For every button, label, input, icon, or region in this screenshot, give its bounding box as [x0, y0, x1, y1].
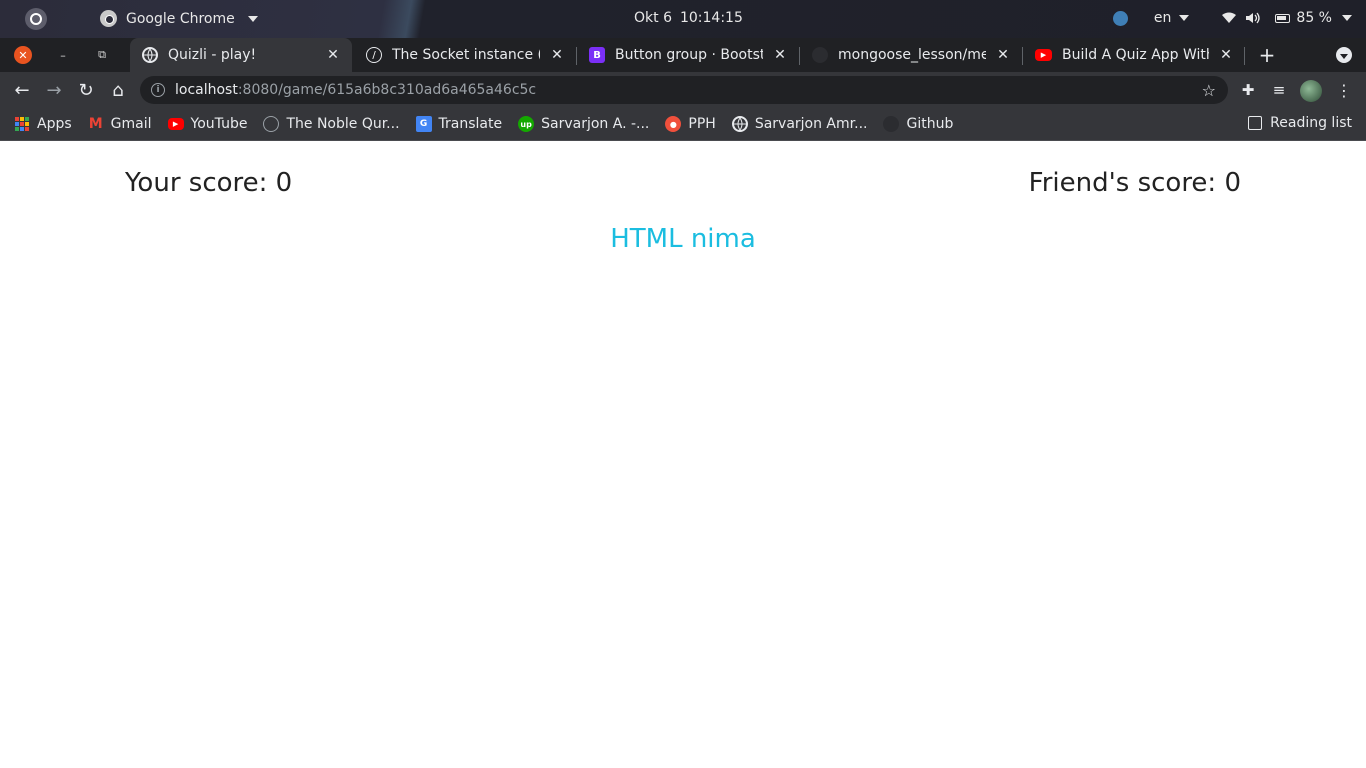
back-arrow-icon[interactable]: ← — [11, 79, 33, 101]
chevron-down-icon — [1342, 15, 1352, 21]
tab-close-icon[interactable]: ✕ — [326, 47, 340, 63]
extensions-icon[interactable]: ✚ — [1237, 79, 1259, 101]
tab-build-quiz-app[interactable]: ▶ Build A Quiz App With ✕ — [1023, 38, 1245, 72]
tab-title: Quizli - play! — [168, 47, 257, 63]
language-selector[interactable]: en — [1154, 10, 1190, 26]
globe-icon — [731, 116, 748, 132]
bookmark-translate[interactable]: G Translate — [415, 116, 503, 132]
address-bar[interactable]: i localhost:8080/game/615a6b8c310ad6a465… — [140, 76, 1228, 104]
bookmark-label: Gmail — [110, 116, 152, 132]
youtube-icon: ▶ — [167, 118, 184, 130]
battery-level: 85 % — [1296, 10, 1332, 26]
tab-strip: ✕ – ⧉ Quizli - play! ✕ / The Socket inst… — [0, 38, 1366, 72]
url-host: localhost — [175, 82, 238, 98]
bookmark-label: Sarvarjon Amr... — [754, 116, 868, 132]
bookmark-gmail[interactable]: M Gmail — [88, 116, 152, 132]
clock[interactable]: Okt 6 10:14:15 — [634, 10, 743, 26]
clock-date: Okt 6 — [634, 10, 672, 26]
apps-grid-icon — [14, 116, 30, 132]
volume-icon — [1245, 11, 1261, 25]
tab-title: mongoose_lesson/mes — [838, 47, 986, 63]
wifi-icon — [1221, 11, 1237, 25]
home-icon[interactable]: ⌂ — [107, 79, 129, 101]
bookmark-label: PPH — [688, 116, 716, 132]
tab-separator — [1244, 47, 1245, 65]
your-score: Your score: 0 — [125, 168, 293, 198]
url-path: :8080/game/615a6b8c310ad6a465a46c5c — [237, 82, 537, 98]
tab-socket-instance[interactable]: / The Socket instance (cli ✕ — [354, 38, 576, 72]
new-tab-button[interactable]: + — [1256, 43, 1278, 67]
app-menu[interactable]: Google Chrome — [100, 10, 258, 27]
bookmark-star-icon[interactable]: ☆ — [1202, 81, 1216, 100]
tab-close-icon[interactable]: ✕ — [996, 47, 1010, 63]
window-minimize-button[interactable]: – — [54, 46, 72, 64]
tab-title: Button group · Bootstr — [615, 47, 763, 63]
media-control-icon[interactable]: ≡ — [1268, 79, 1290, 101]
bootstrap-icon: B — [589, 47, 605, 63]
chevron-down-icon — [1179, 15, 1190, 21]
tab-close-icon[interactable]: ✕ — [773, 47, 787, 63]
chevron-down-icon — [247, 15, 258, 22]
tab-button-group[interactable]: B Button group · Bootstr ✕ — [577, 38, 799, 72]
tab-quizli[interactable]: Quizli - play! ✕ — [130, 38, 352, 72]
tab-close-icon[interactable]: ✕ — [550, 47, 564, 63]
browser-toolbar: ← → ↻ ⌂ i localhost:8080/game/615a6b8c31… — [0, 72, 1366, 108]
system-tray[interactable]: en 85 % — [1112, 10, 1352, 26]
battery-indicator: 85 % — [1275, 10, 1352, 26]
more-menu-icon[interactable]: ⋮ — [1333, 79, 1355, 101]
clock-time: 10:14:15 — [679, 10, 743, 26]
pph-icon: ● — [665, 116, 682, 132]
bookmark-apps[interactable]: Apps — [14, 116, 72, 132]
bookmarks-bar: Apps M Gmail ▶ YouTube The Noble Qur... … — [0, 108, 1366, 141]
battery-icon — [1275, 13, 1291, 23]
reload-icon[interactable]: ↻ — [75, 79, 97, 101]
window-close-button[interactable]: ✕ — [14, 46, 32, 64]
bookmark-label: Apps — [37, 116, 72, 132]
tab-close-icon[interactable]: ✕ — [1219, 47, 1233, 63]
tab-title: The Socket instance (cli — [392, 47, 540, 63]
window-restore-button[interactable]: ⧉ — [93, 46, 111, 64]
upwork-icon: up — [518, 116, 535, 132]
bookmark-label: Translate — [438, 116, 503, 132]
reading-list-button[interactable]: Reading list — [1248, 115, 1352, 131]
bookmark-upwork[interactable]: up Sarvarjon A. -... — [518, 116, 649, 132]
tab-mongoose-lesson[interactable]: mongoose_lesson/mes ✕ — [800, 38, 1022, 72]
app-name: Google Chrome — [126, 10, 235, 27]
bookmark-label: Github — [906, 116, 954, 132]
youtube-icon: ▶ — [1035, 49, 1052, 61]
bookmark-pph[interactable]: ● PPH — [665, 116, 716, 132]
quran-icon — [263, 116, 280, 132]
github-icon — [812, 47, 828, 63]
reading-list-label: Reading list — [1270, 115, 1352, 131]
tray-app-icon[interactable] — [1112, 10, 1128, 26]
language-label: en — [1153, 10, 1172, 26]
globe-icon — [142, 47, 158, 63]
bookmark-youtube[interactable]: ▶ YouTube — [167, 116, 248, 132]
profile-avatar[interactable] — [1300, 80, 1322, 102]
activities-button[interactable] — [25, 8, 47, 30]
bookmark-label: Sarvarjon A. -... — [541, 116, 650, 132]
forward-arrow-icon[interactable]: → — [43, 79, 65, 101]
bookmark-label: YouTube — [190, 116, 248, 132]
bookmark-sarvarjon[interactable]: Sarvarjon Amr... — [731, 116, 868, 132]
friend-score: Friend's score: 0 — [1028, 168, 1241, 198]
tab-title: Build A Quiz App With — [1062, 47, 1209, 63]
reading-list-icon — [1248, 116, 1263, 130]
socketio-icon: / — [366, 47, 382, 63]
system-top-bar: Google Chrome Okt 6 10:14:15 en 85 % — [0, 0, 1366, 38]
bookmark-label: The Noble Qur... — [286, 116, 400, 132]
tab-search-icon[interactable] — [1336, 47, 1352, 63]
bookmark-noble-quran[interactable]: The Noble Qur... — [263, 116, 400, 132]
chrome-logo-icon — [100, 10, 117, 27]
page-content: Your score: 0 Friend's score: 0 HTML nim… — [0, 142, 1366, 768]
site-info-icon[interactable]: i — [151, 83, 165, 97]
question-text: HTML nima — [610, 224, 756, 254]
translate-icon: G — [415, 116, 432, 132]
github-icon — [883, 116, 900, 132]
bookmark-github[interactable]: Github — [883, 116, 953, 132]
gmail-icon: M — [88, 116, 103, 132]
